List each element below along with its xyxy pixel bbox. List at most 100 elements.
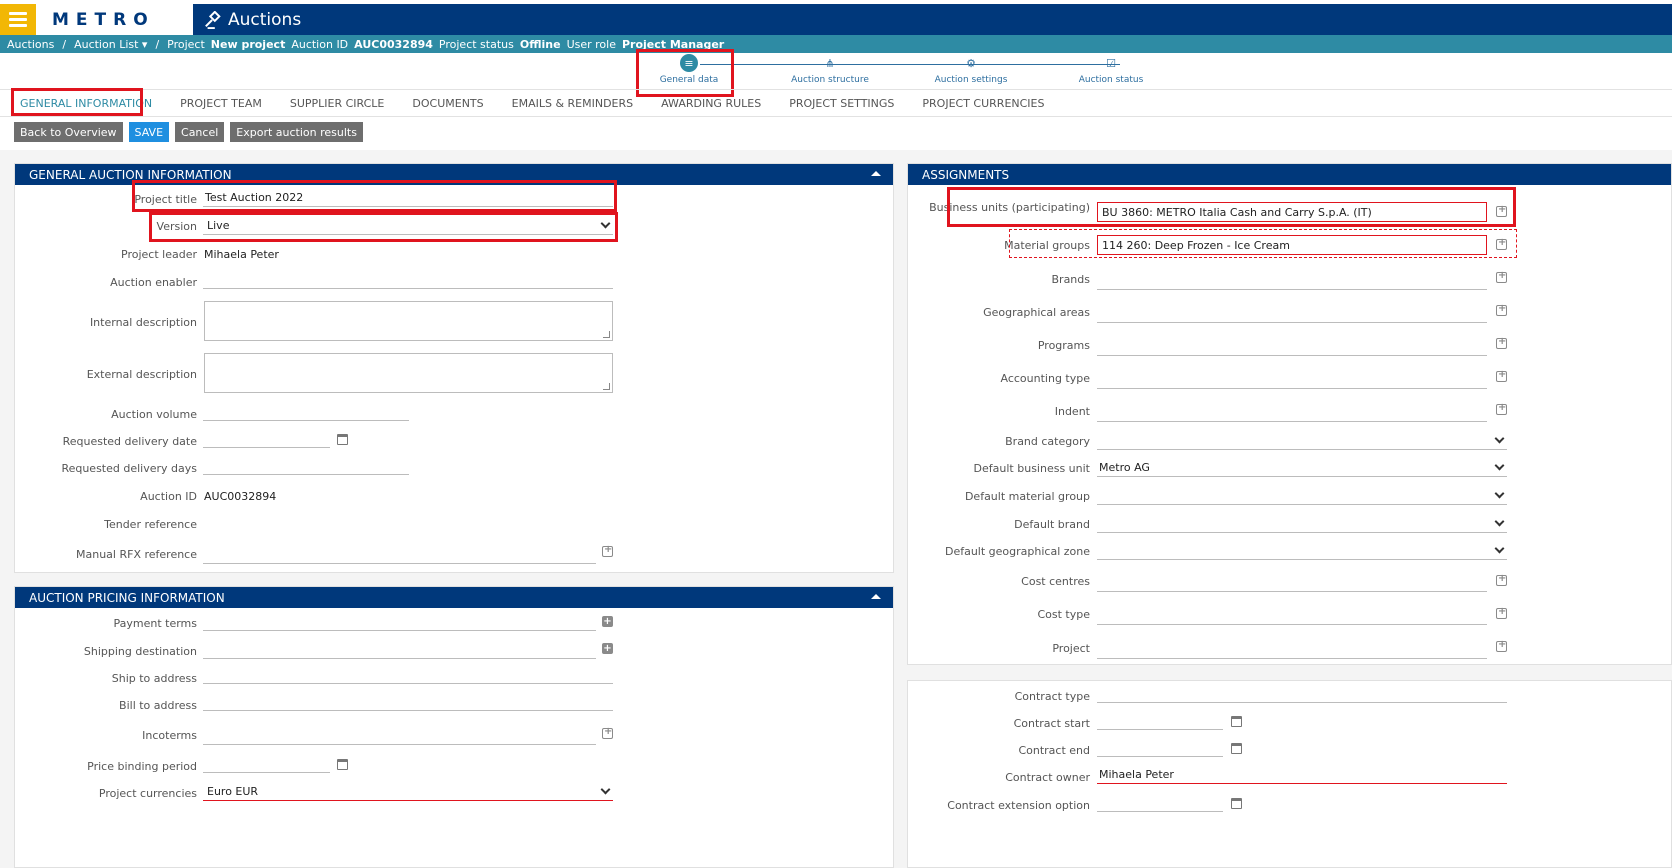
progress-stepper: ≡ General data ⋔ Auction structure ⚙ Auc… xyxy=(640,54,1200,88)
collapse-icon[interactable] xyxy=(871,594,881,599)
project-label: Project xyxy=(167,37,205,51)
price-binding-period-label: Price binding period xyxy=(87,760,197,773)
save-button[interactable]: SAVE xyxy=(128,122,170,142)
calendar-icon[interactable] xyxy=(1231,743,1242,754)
business-units-label: Business units (participating) xyxy=(929,201,1090,214)
panel-header: AUCTION PRICING INFORMATION xyxy=(15,587,893,608)
list-add-icon[interactable] xyxy=(1496,573,1507,586)
default-material-group-select[interactable] xyxy=(1097,487,1507,505)
brand-category-label: Brand category xyxy=(1005,435,1090,448)
list-add-icon[interactable] xyxy=(1496,402,1507,415)
contract-owner-input[interactable]: Mihaela Peter xyxy=(1097,766,1507,784)
requested-delivery-date-input[interactable] xyxy=(203,430,330,448)
brand-category-select[interactable] xyxy=(1097,432,1507,450)
step-auction-settings[interactable]: ⚙ Auction settings xyxy=(916,54,1026,86)
list-add-icon[interactable] xyxy=(1496,237,1507,250)
auction-enabler-input[interactable] xyxy=(203,271,613,289)
project-currencies-select[interactable]: Euro EUR xyxy=(203,783,613,801)
status-value: Offline xyxy=(519,37,561,51)
requested-delivery-days-input[interactable] xyxy=(203,457,409,475)
plus-icon[interactable]: + xyxy=(602,616,613,627)
calendar-icon[interactable] xyxy=(1231,716,1242,727)
brands-input[interactable] xyxy=(1097,272,1487,290)
list-add-icon[interactable] xyxy=(1496,369,1507,382)
step-auction-structure[interactable]: ⋔ Auction structure xyxy=(775,54,885,86)
list-add-icon[interactable] xyxy=(1496,303,1507,316)
cost-type-input[interactable] xyxy=(1097,607,1487,625)
ship-to-address-input[interactable] xyxy=(203,666,613,684)
tab-general-information[interactable]: GENERAL INFORMATION xyxy=(20,97,152,110)
tab-awarding-rules[interactable]: AWARDING RULES xyxy=(661,97,761,110)
list-add-icon[interactable] xyxy=(1496,639,1507,652)
contract-end-input[interactable] xyxy=(1097,739,1223,757)
action-toolbar: Back to Overview SAVE Cancel Export auct… xyxy=(14,122,363,142)
checkbox-icon: ☑ xyxy=(1106,56,1116,70)
internal-description-label: Internal description xyxy=(89,316,197,329)
project-input[interactable] xyxy=(1097,641,1487,659)
shipping-destination-input[interactable] xyxy=(203,641,596,659)
metro-logo[interactable]: METRO xyxy=(36,4,193,35)
contract-extension-input[interactable] xyxy=(1097,794,1223,812)
bill-to-address-input[interactable] xyxy=(203,693,613,711)
auction-id-label: Auction ID xyxy=(140,490,197,503)
tab-supplier-circle[interactable]: SUPPLIER CIRCLE xyxy=(290,97,385,110)
indent-label: Indent xyxy=(1054,405,1090,418)
step-auction-status[interactable]: ☑ Auction status xyxy=(1056,54,1166,86)
external-description-textarea[interactable] xyxy=(204,353,613,393)
contract-start-input[interactable] xyxy=(1097,712,1223,730)
default-brand-label: Default brand xyxy=(1014,518,1090,531)
geographical-areas-input[interactable] xyxy=(1097,305,1487,323)
collapse-icon[interactable] xyxy=(871,171,881,176)
cancel-button[interactable]: Cancel xyxy=(175,122,225,142)
default-geographical-zone-select[interactable] xyxy=(1097,542,1507,560)
breadcrumb-auction-list[interactable]: Auction List ▾ xyxy=(74,38,147,51)
export-results-button[interactable]: Export auction results xyxy=(230,122,363,142)
list-add-icon[interactable] xyxy=(1496,606,1507,619)
manual-rfx-reference-input[interactable] xyxy=(203,546,596,564)
plus-icon[interactable]: + xyxy=(602,643,613,654)
list-add-icon[interactable] xyxy=(1496,336,1507,349)
indent-input[interactable] xyxy=(1097,404,1487,422)
cost-type-label: Cost type xyxy=(1037,608,1090,621)
back-to-overview-button[interactable]: Back to Overview xyxy=(14,122,123,142)
breadcrumb-auctions[interactable]: Auctions xyxy=(7,38,54,51)
hamburger-menu-icon[interactable] xyxy=(0,4,36,35)
tab-project-currencies[interactable]: PROJECT CURRENCIES xyxy=(922,97,1044,110)
calendar-icon[interactable] xyxy=(337,434,348,445)
calendar-icon[interactable] xyxy=(1231,798,1242,809)
gavel-icon xyxy=(205,10,221,29)
tab-project-team[interactable]: PROJECT TEAM xyxy=(180,97,262,110)
tab-project-settings[interactable]: PROJECT SETTINGS xyxy=(789,97,894,110)
incoterms-input[interactable] xyxy=(203,727,596,745)
material-groups-input[interactable]: 114 260: Deep Frozen - Ice Cream xyxy=(1097,235,1487,255)
auction-enabler-label: Auction enabler xyxy=(110,276,197,289)
requested-delivery-date-label: Requested delivery date xyxy=(62,435,197,448)
business-units-input[interactable]: BU 3860: METRO Italia Cash and Carry S.p… xyxy=(1097,202,1487,222)
internal-description-textarea[interactable] xyxy=(204,301,613,341)
list-add-icon[interactable] xyxy=(602,726,613,739)
project-leader-value: Mihaela Peter xyxy=(204,248,279,261)
external-description-label: External description xyxy=(86,368,197,381)
list-add-icon[interactable] xyxy=(1496,270,1507,283)
incoterms-label: Incoterms xyxy=(142,729,197,742)
project-title-input[interactable]: Test Auction 2022 xyxy=(203,189,613,207)
step-general-data[interactable]: ≡ General data xyxy=(634,54,744,85)
default-brand-select[interactable] xyxy=(1097,515,1507,533)
default-business-unit-select[interactable]: Metro AG xyxy=(1097,459,1507,477)
tab-documents[interactable]: DOCUMENTS xyxy=(412,97,483,110)
accounting-type-input[interactable] xyxy=(1097,371,1487,389)
programs-input[interactable] xyxy=(1097,338,1487,356)
version-select[interactable]: Live xyxy=(203,217,613,235)
list-add-icon[interactable] xyxy=(602,544,613,557)
tab-emails-reminders[interactable]: EMAILS & REMINDERS xyxy=(512,97,634,110)
auction-id-value: AUC0032894 xyxy=(204,490,277,503)
contract-extension-label: Contract extension option xyxy=(947,799,1090,812)
version-label: Version xyxy=(156,220,197,233)
price-binding-period-input[interactable] xyxy=(203,755,330,773)
calendar-icon[interactable] xyxy=(337,759,348,770)
cost-centres-input[interactable] xyxy=(1097,574,1487,592)
contract-type-input[interactable] xyxy=(1097,685,1507,703)
payment-terms-input[interactable] xyxy=(203,613,596,631)
auction-volume-input[interactable] xyxy=(203,403,409,421)
list-add-icon[interactable] xyxy=(1496,204,1507,217)
